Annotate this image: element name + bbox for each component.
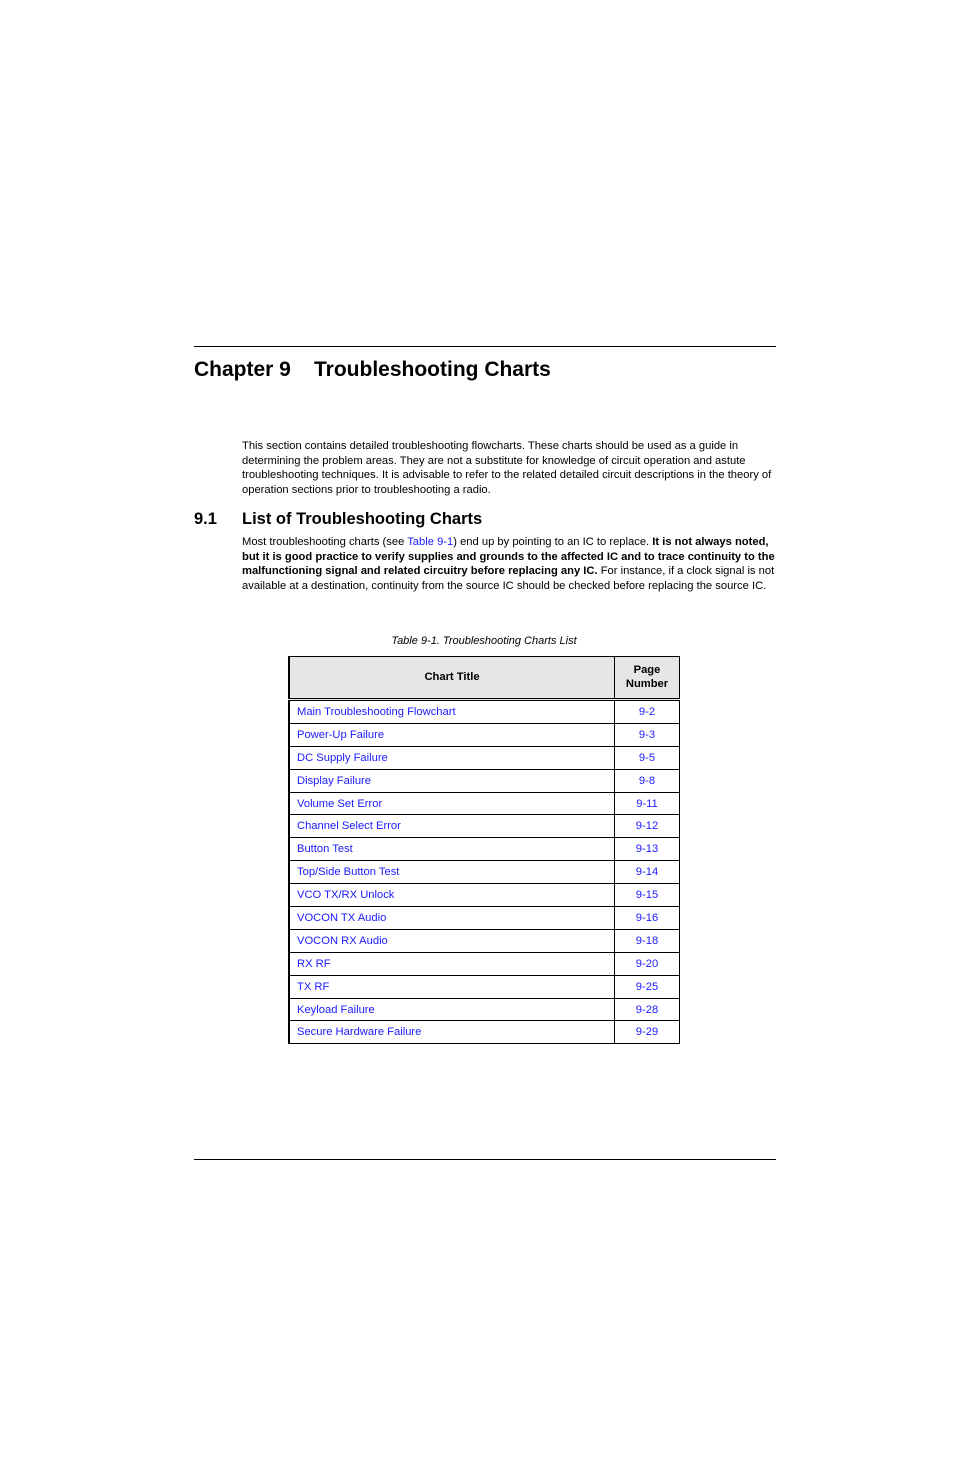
- bottom-rule: [194, 1159, 776, 1160]
- chart-title-cell: Volume Set Error: [288, 791, 615, 816]
- page-number-link[interactable]: 9-3: [639, 729, 655, 741]
- page-number-link[interactable]: 9-16: [636, 912, 658, 924]
- chart-title-cell: DC Supply Failure: [288, 745, 615, 770]
- section-paragraph-start: Most troubleshooting charts (see: [242, 536, 408, 548]
- chart-title-cell: Power-Up Failure: [288, 722, 615, 747]
- chart-title-cell: Main Troubleshooting Flowchart: [288, 699, 615, 724]
- chart-title-cell: TX RF: [288, 974, 615, 999]
- table-row: Channel Select Error 9-12: [288, 814, 680, 839]
- page-number-cell: 9-11: [614, 791, 680, 816]
- page-number-cell: 9-8: [614, 768, 680, 793]
- table-row: Display Failure 9-8: [288, 768, 680, 793]
- table-reference-link[interactable]: Table 9-1: [407, 536, 453, 548]
- chart-title-cell: Secure Hardware Failure: [288, 1020, 615, 1045]
- chart-title-cell: RX RF: [288, 951, 615, 976]
- page-number-cell: 9-14: [614, 860, 680, 885]
- header-page-line2: Number: [625, 677, 669, 690]
- chart-title-link[interactable]: VOCON TX Audio: [297, 912, 386, 924]
- table-row: Volume Set Error 9-11: [288, 791, 680, 816]
- page-number-cell: 9-12: [614, 814, 680, 839]
- page-number-link[interactable]: 9-14: [636, 866, 658, 878]
- page-number-link[interactable]: 9-5: [639, 752, 655, 764]
- table-body: Main Troubleshooting Flowchart 9-2 Power-U…: [288, 699, 680, 1045]
- page-number-cell: 9-2: [614, 699, 680, 724]
- table-row: Button Test 9-13: [288, 837, 680, 862]
- page-number-cell: 9-18: [614, 928, 680, 953]
- chart-title-link[interactable]: Keyload Failure: [297, 1004, 375, 1016]
- page-number-cell: 9-3: [614, 722, 680, 747]
- section-paragraph-after-link: ) end up by pointing to an IC to replace…: [453, 536, 653, 548]
- table-row: Main Troubleshooting Flowchart 9-2: [288, 699, 680, 724]
- chart-title-link[interactable]: VOCON RX Audio: [297, 935, 388, 947]
- table-row: Secure Hardware Failure 9-29: [288, 1020, 680, 1045]
- chart-title-link[interactable]: Power-Up Failure: [297, 729, 384, 741]
- table-row: Power-Up Failure 9-3: [288, 722, 680, 747]
- page-number-link[interactable]: 9-15: [636, 889, 658, 901]
- page-number-cell: 9-13: [614, 837, 680, 862]
- page-number-cell: 9-20: [614, 951, 680, 976]
- section-paragraph: Most troubleshooting charts (see Table 9…: [242, 535, 776, 593]
- troubleshooting-charts-table: Chart Title Page Number Main Troubleshoot…: [288, 656, 680, 1045]
- chart-title-link[interactable]: Top/Side Button Test: [297, 866, 399, 878]
- chapter-name: Troubleshooting Charts: [314, 358, 551, 381]
- page-number-link[interactable]: 9-8: [639, 775, 655, 787]
- header-chart-title: Chart Title: [288, 656, 615, 701]
- chart-title-cell: VOCON RX Audio: [288, 928, 615, 953]
- chapter-number: Chapter 9: [194, 358, 291, 381]
- page-number-link[interactable]: 9-2: [639, 706, 655, 718]
- header-page-line1: Page: [633, 664, 661, 676]
- chart-title-cell: VCO TX/RX Unlock: [288, 883, 615, 908]
- page-number-cell: 9-28: [614, 997, 680, 1022]
- chart-title-link[interactable]: Secure Hardware Failure: [297, 1026, 421, 1038]
- section-title: List of Troubleshooting Charts: [242, 510, 483, 528]
- chart-title-cell: Display Failure: [288, 768, 615, 793]
- page-number-link[interactable]: 9-25: [636, 981, 658, 993]
- page-number-link[interactable]: 9-12: [636, 820, 658, 832]
- chart-title-link[interactable]: VCO TX/RX Unlock: [297, 889, 394, 901]
- page-number-cell: 9-5: [614, 745, 680, 770]
- chapter-title: Chapter 9 Troubleshooting Charts: [194, 356, 551, 384]
- header-page-number: Page Number: [614, 656, 680, 701]
- page-number-cell: 9-29: [614, 1020, 680, 1045]
- section-heading: 9.1 List of Troubleshooting Charts: [194, 508, 482, 530]
- chart-title-link[interactable]: Main Troubleshooting Flowchart: [297, 706, 456, 718]
- section-number: 9.1: [194, 510, 217, 528]
- chart-title-cell: Keyload Failure: [288, 997, 615, 1022]
- intro-paragraph: This section contains detailed troublesh…: [242, 440, 772, 496]
- chart-title-link[interactable]: Display Failure: [297, 775, 371, 787]
- page-number-link[interactable]: 9-11: [636, 798, 658, 810]
- chart-title-cell: Top/Side Button Test: [288, 860, 615, 885]
- chart-title-cell: Button Test: [288, 837, 615, 862]
- table-row: VCO TX/RX Unlock 9-15: [288, 883, 680, 908]
- table-row: Top/Side Button Test 9-14: [288, 860, 680, 885]
- chart-title-cell: Channel Select Error: [288, 814, 615, 839]
- chart-title-link[interactable]: Volume Set Error: [297, 798, 382, 810]
- page-number-link[interactable]: 9-20: [636, 958, 658, 970]
- table-row: VOCON TX Audio 9-16: [288, 906, 680, 930]
- top-rule: [194, 346, 776, 347]
- chart-title-cell: VOCON TX Audio: [288, 906, 615, 930]
- page-number-cell: 9-16: [614, 906, 680, 930]
- chart-title-link[interactable]: Button Test: [297, 843, 353, 855]
- table-caption: Table 9-1. Troubleshooting Charts List: [391, 635, 577, 647]
- page-number-link[interactable]: 9-28: [636, 1004, 658, 1016]
- page-number-link[interactable]: 9-18: [636, 935, 658, 947]
- table-row: VOCON RX Audio 9-18: [288, 928, 680, 953]
- page-number-link[interactable]: 9-29: [636, 1026, 658, 1038]
- chart-title-link[interactable]: TX RF: [297, 981, 329, 993]
- chart-title-link[interactable]: RX RF: [297, 958, 331, 970]
- table-row: TX RF 9-25: [288, 974, 680, 999]
- table-header-row: Chart Title Page Number: [288, 656, 680, 701]
- page-number-cell: 9-15: [614, 883, 680, 908]
- table-row: RX RF 9-20: [288, 951, 680, 976]
- page-number-cell: 9-25: [614, 974, 680, 999]
- page-number-link[interactable]: 9-13: [636, 843, 658, 855]
- table-row: DC Supply Failure 9-5: [288, 745, 680, 770]
- chart-title-link[interactable]: Channel Select Error: [297, 820, 401, 832]
- table-row: Keyload Failure 9-28: [288, 997, 680, 1022]
- chart-title-link[interactable]: DC Supply Failure: [297, 752, 388, 764]
